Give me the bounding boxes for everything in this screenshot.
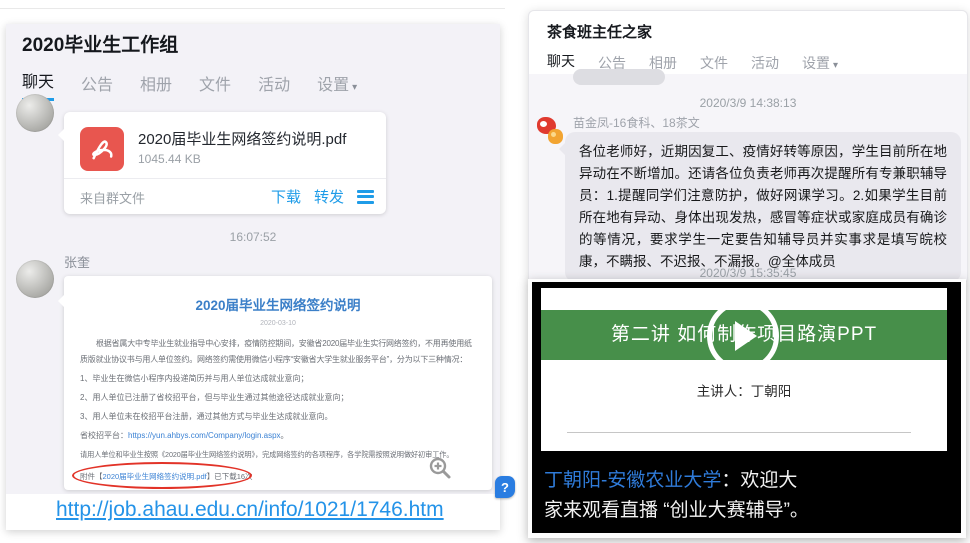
caption-text: ：欢迎大 [721, 470, 797, 491]
platform-line: 省校招平台：https://yun.ahbys.com/Company/logi… [80, 428, 476, 444]
document-body: 根据省属大中专毕业生就业指导中心安排，疫情防控期间，安徽省2020届毕业生实行网… [80, 336, 476, 485]
scrolled-bubble-remnant [573, 69, 665, 85]
file-name: 2020届毕业生网络签约说明.pdf [138, 128, 376, 149]
file-size: 1045.44 KB [138, 152, 201, 166]
file-message-card[interactable]: 2020届毕业生网络签约说明.pdf 1045.44 KB 来自群文件 下载 转… [64, 112, 386, 214]
live-caption: 丁朝阳-安徽农业大学：欢迎大 家来观看直播 “创业大赛辅导”。 [544, 466, 953, 526]
play-icon [735, 321, 757, 351]
platform-link[interactable]: https://yun.ahbys.com/Company/login.aspx [128, 431, 281, 440]
document-preview-card[interactable]: 2020届毕业生网络签约说明 2020-03-10 根据省属大中专毕业生就业指导… [64, 276, 492, 490]
document-list-item: 1、毕业生在微信小程序内投递简历并与用人单位达成就业意向； [80, 371, 476, 387]
article-link[interactable]: http://job.ahau.edu.cn/info/1021/1746.ht… [56, 498, 444, 522]
document-paragraph: 根据省属大中专毕业生就业指导中心安排，疫情防控期间，安徽省2020届毕业生实行网… [80, 336, 476, 368]
avatar[interactable] [16, 260, 54, 298]
pdf-file-icon [80, 127, 124, 171]
video-frame[interactable]: 第二讲 如何制作项目路演PPT 主讲人：丁朝阳 丁朝阳-安徽农业大学：欢迎大 家… [532, 282, 961, 533]
tab-settings-label: 设置 [802, 55, 830, 71]
attachment-link[interactable]: 2020届毕业生网络签约说明.pdf [103, 472, 207, 481]
tab-settings[interactable]: 设置▾ [317, 71, 357, 101]
file-source-label: 来自群文件 [80, 188, 145, 207]
tab-activities[interactable]: 活动 [258, 71, 290, 101]
attachment-suffix: 】已下载16次 [207, 472, 253, 481]
tab-files[interactable]: 文件 [199, 71, 231, 101]
sender-name: 张奎 [64, 252, 90, 271]
document-title: 2020届毕业生网络签约说明 [64, 294, 492, 314]
tab-settings-label: 设置 [317, 77, 349, 94]
document-list-item: 2、用人单位已注册了省校招平台，但与毕业生通过其他途径达成就业意向； [80, 390, 476, 406]
group-chat-window-right: 茶食班主任之家 聊天 公告 相册 文件 活动 设置▾ 2020/3/9 14:3… [528, 10, 968, 284]
file-actions: 下载 转发 [271, 186, 374, 207]
platform-suffix: 。 [281, 431, 289, 440]
message-timestamp: 16:07:52 [6, 230, 500, 244]
message-bubble[interactable]: 各位老师好，近期因复工、疫情好转等原因，学生目前所在地异动在不断增加。还请各位负… [565, 132, 961, 282]
chevron-down-icon: ▾ [833, 60, 838, 71]
divider [64, 178, 386, 179]
document-date: 2020-03-10 [64, 320, 492, 327]
caption-speaker-name: 丁朝阳-安徽农业大学 [544, 470, 721, 491]
document-paragraph: 请用人单位和毕业生按照《2020届毕业生网络签约说明》，完成网络签约的各项程序，… [80, 447, 476, 463]
divider [0, 8, 505, 9]
speaker-label: 主讲人：丁朝阳 [541, 380, 947, 400]
avatar[interactable] [16, 94, 54, 132]
platform-label: 省校招平台： [80, 431, 128, 440]
forward-button[interactable]: 转发 [314, 186, 344, 207]
link-row: http://job.ahau.edu.cn/info/1021/1746.ht… [6, 494, 500, 530]
download-button[interactable]: 下载 [271, 186, 301, 207]
video-player-window: 第二讲 如何制作项目路演PPT 主讲人：丁朝阳 丁朝阳-安徽农业大学：欢迎大 家… [528, 279, 966, 538]
presentation-slide: 第二讲 如何制作项目路演PPT 主讲人：丁朝阳 [541, 288, 947, 451]
more-menu-icon[interactable] [357, 187, 374, 206]
help-icon[interactable]: ? [495, 476, 515, 498]
chevron-down-icon: ▾ [352, 82, 357, 93]
group-title: 茶食班主任之家 [547, 21, 652, 42]
caption-line-2: 家来观看直播 “创业大赛辅导”。 [544, 496, 953, 526]
group-title: 2020毕业生工作组 [22, 30, 178, 57]
zoom-in-icon[interactable] [428, 456, 452, 480]
tab-bar: 聊天 公告 相册 文件 活动 设置▾ [22, 68, 357, 101]
attachment-prefix: 附件【 [80, 472, 103, 481]
sender-name: 苗金凤-16食科、18茶文 [573, 114, 700, 131]
divider [567, 432, 911, 433]
caption-line-1: 丁朝阳-安徽农业大学：欢迎大 [544, 466, 953, 496]
message-timestamp-clipped: 2020/3/9 15:35:45 [529, 266, 967, 280]
tab-announcements[interactable]: 公告 [81, 71, 113, 101]
message-timestamp: 2020/3/9 14:38:13 [529, 96, 967, 110]
tab-album[interactable]: 相册 [140, 71, 172, 101]
attachment-line: 附件【2020届毕业生网络签约说明.pdf】已下载16次 [80, 469, 476, 485]
group-chat-window-left: 2020毕业生工作组 聊天 公告 相册 文件 活动 设置▾ 2020届毕业生网络… [6, 24, 500, 530]
play-button[interactable] [707, 300, 779, 372]
chat-message-area: 2020/3/9 14:38:13 苗金凤-16食科、18茶文 各位老师好，近期… [529, 74, 967, 283]
document-list-item: 3、用人单位未在校招平台注册，通过其他方式与毕业生达成就业意向。 [80, 409, 476, 425]
